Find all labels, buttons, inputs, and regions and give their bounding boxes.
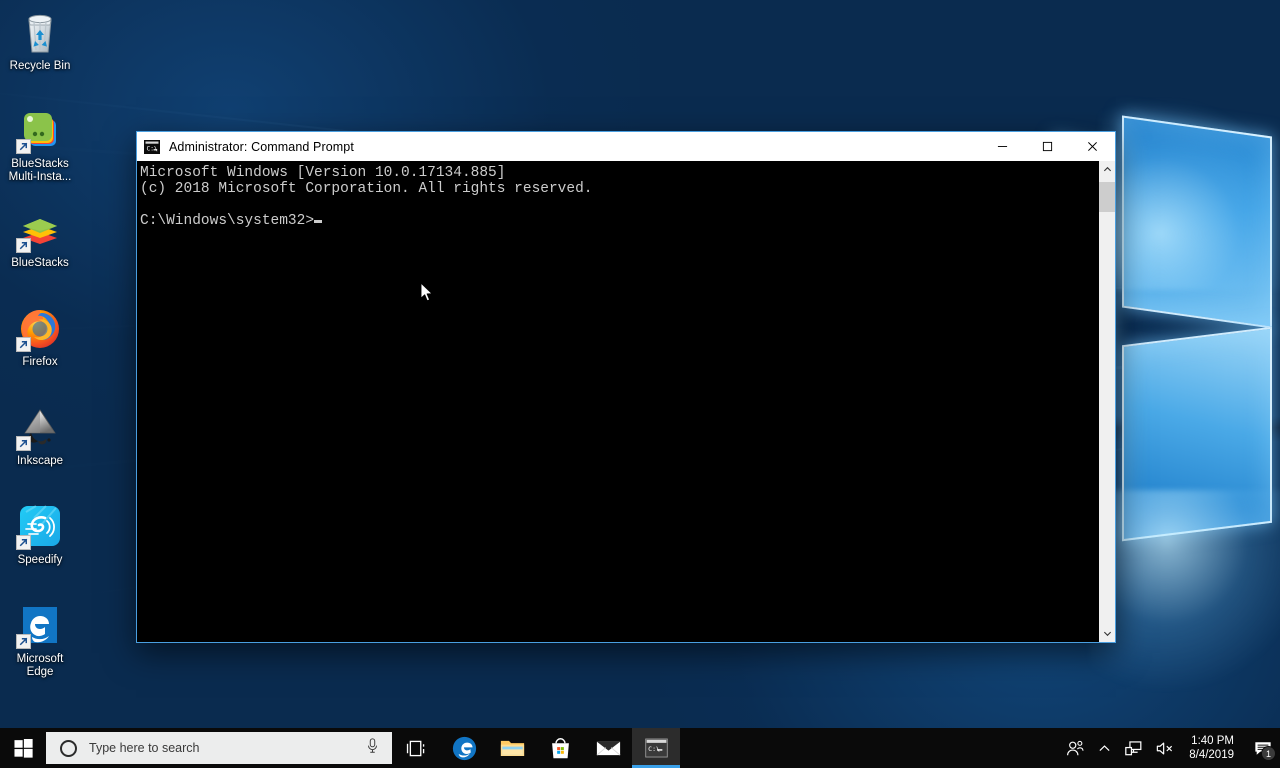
clock-date: 8/4/2019 <box>1189 749 1234 761</box>
start-button[interactable] <box>0 728 46 768</box>
console-cursor <box>314 220 323 223</box>
action-center-button[interactable]: 1 <box>1246 728 1280 768</box>
search-placeholder: Type here to search <box>89 741 200 755</box>
shortcut-overlay-icon <box>16 238 31 253</box>
recycle-bin-icon <box>16 8 64 56</box>
desktop-icon-label: BlueStacks Multi-Insta... <box>8 158 72 183</box>
window-title: Administrator: Command Prompt <box>169 139 354 154</box>
maximize-button[interactable] <box>1025 132 1070 161</box>
console-prompt: C:\Windows\system32> <box>140 213 315 229</box>
mail-icon <box>596 741 620 756</box>
taskbar[interactable]: Type here to search C:\ 1:40 PM 8/4/2019… <box>0 728 1280 768</box>
console-scrollbar[interactable] <box>1098 161 1115 642</box>
command-prompt-window[interactable]: C:\ Administrator: Command Prompt Micros… <box>136 131 1116 643</box>
scrollbar-track[interactable] <box>1099 178 1115 625</box>
system-tray[interactable]: 1:40 PM 8/4/2019 1 <box>1059 728 1280 768</box>
desktop-icon-label: Recycle Bin <box>9 60 71 72</box>
console-icon: C:\ <box>644 738 668 758</box>
notification-badge: 1 <box>1261 746 1276 761</box>
network-icon[interactable] <box>1118 728 1149 768</box>
shortcut-overlay-icon <box>16 337 31 352</box>
shortcut-overlay-icon <box>16 535 31 550</box>
people-icon[interactable] <box>1059 728 1091 768</box>
taskbar-command-prompt[interactable]: C:\ <box>632 728 680 768</box>
console-line-version: Microsoft Windows [Version 10.0.17134.88… <box>140 165 506 181</box>
windows-logo-icon <box>13 738 33 758</box>
desktop-icon-firefox[interactable]: Firefox <box>4 304 76 369</box>
logo-flare <box>1090 490 1280 690</box>
store-icon <box>551 737 569 758</box>
scrollbar-up-arrow-icon[interactable] <box>1099 161 1115 178</box>
desktop-icon-label: Firefox <box>22 356 58 368</box>
svg-text:C:\: C:\ <box>147 145 158 152</box>
console-output-area[interactable]: Microsoft Windows [Version 10.0.17134.88… <box>137 161 1115 642</box>
minimize-button[interactable] <box>980 132 1025 161</box>
task-view-button[interactable] <box>392 728 440 768</box>
svg-text:C:\: C:\ <box>648 745 660 753</box>
desktop-icon-inkscape[interactable]: Inkscape <box>4 403 76 468</box>
clock[interactable]: 1:40 PM 8/4/2019 <box>1181 728 1246 768</box>
desktop-icon-label: Inkscape <box>16 455 64 467</box>
desktop-icon-recycle-bin[interactable]: Recycle Bin <box>4 8 76 73</box>
edge-icon <box>16 601 64 649</box>
desktop-icon-bluestacks-multi[interactable]: BlueStacks Multi-Insta... <box>4 106 76 184</box>
scrollbar-down-arrow-icon[interactable] <box>1099 625 1115 642</box>
taskbar-file-explorer[interactable] <box>488 728 536 768</box>
shortcut-overlay-icon <box>16 634 31 649</box>
edge-icon <box>452 736 476 760</box>
volume-muted-icon[interactable] <box>1149 728 1181 768</box>
inkscape-icon <box>16 403 64 451</box>
console-icon: C:\ <box>144 139 160 155</box>
desktop[interactable]: Recycle Bin BlueStacks Multi-Insta... Bl… <box>0 0 1280 768</box>
speedify-icon <box>16 502 64 550</box>
logo-flare <box>1100 100 1280 290</box>
folder-icon <box>500 740 524 757</box>
desktop-icon-bluestacks[interactable]: BlueStacks <box>4 205 76 270</box>
taskbar-store[interactable] <box>536 728 584 768</box>
window-controls[interactable] <box>980 132 1115 161</box>
shortcut-overlay-icon <box>16 436 31 451</box>
close-button[interactable] <box>1070 132 1115 161</box>
console-text[interactable]: Microsoft Windows [Version 10.0.17134.88… <box>137 161 1098 642</box>
cortana-icon <box>60 739 77 757</box>
clock-time: 1:40 PM <box>1191 735 1234 747</box>
search-box[interactable]: Type here to search <box>46 732 392 764</box>
bluestacks-icon <box>16 205 64 253</box>
desktop-icon-microsoft-edge[interactable]: Microsoft Edge <box>4 601 76 679</box>
scrollbar-thumb[interactable] <box>1099 182 1115 212</box>
taskbar-mail[interactable] <box>584 728 632 768</box>
window-title-bar[interactable]: C:\ Administrator: Command Prompt <box>137 132 1115 161</box>
desktop-icon-label: BlueStacks <box>11 257 69 269</box>
taskbar-edge[interactable] <box>440 728 488 768</box>
desktop-icon-speedify[interactable]: Speedify <box>4 502 76 567</box>
bluestacks-multi-icon <box>16 106 64 154</box>
chevron-up-icon[interactable] <box>1091 728 1118 768</box>
shortcut-overlay-icon <box>16 139 31 154</box>
desktop-icon-label: Microsoft Edge <box>16 653 64 678</box>
firefox-icon <box>16 304 64 352</box>
console-line-copyright: (c) 2018 Microsoft Corporation. All righ… <box>140 181 593 197</box>
microphone-icon[interactable] <box>366 737 379 759</box>
task-view-icon <box>406 740 424 756</box>
desktop-icon-label: Speedify <box>17 554 63 566</box>
